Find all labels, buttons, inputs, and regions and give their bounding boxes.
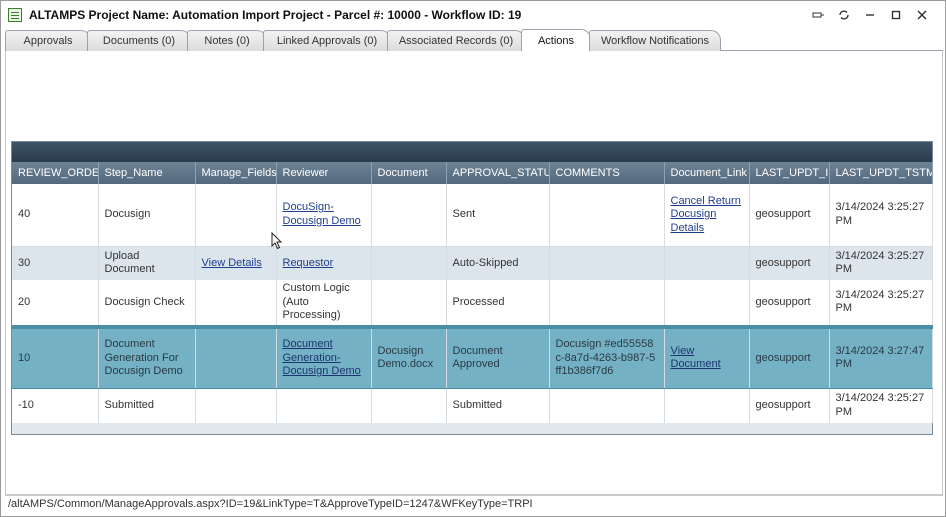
cell-manage-fields: [195, 280, 277, 327]
cell-document-link: [664, 388, 750, 423]
table-row[interactable]: 40 Docusign DocuSign-Docusign Demo Sent …: [12, 184, 933, 247]
cell-manage-fields: View Details: [195, 246, 277, 280]
cell-manage-fields: [195, 184, 277, 247]
close-icon[interactable]: [909, 5, 935, 25]
cell-reviewer: Requestor: [276, 246, 372, 280]
cell-document-link: View Document: [664, 324, 750, 389]
maximize-icon[interactable]: [883, 5, 909, 25]
mouse-pointer-icon: [271, 232, 283, 250]
tab-workflow-notifications[interactable]: Workflow Notifications: [589, 30, 721, 51]
cancel-return-docusign-link[interactable]: Cancel Return Docusign Details: [671, 195, 741, 234]
column-header-manage-fields[interactable]: Manage_Fields: [195, 162, 277, 184]
cell-last-updt-id: geosupport: [749, 324, 830, 389]
cell-last-updt-id: geosupport: [749, 388, 830, 423]
approval-window: ALTAMPS Project Name: Automation Import …: [0, 0, 946, 517]
status-bar: /altAMPS/Common/ManageApprovals.aspx?ID=…: [5, 495, 943, 513]
tab-approvals[interactable]: Approvals: [5, 30, 91, 51]
reviewer-link[interactable]: Document Generation-Docusign Demo: [283, 338, 361, 377]
cell-document-link: [664, 246, 750, 280]
column-header-reviewer[interactable]: Reviewer: [276, 162, 372, 184]
cell-comments: [549, 280, 665, 327]
cell-document: [371, 280, 447, 327]
app-document-icon: [8, 8, 22, 22]
tab-notes[interactable]: Notes (0): [187, 30, 267, 51]
window-title: ALTAMPS Project Name: Automation Import …: [29, 8, 522, 22]
column-header-last-updt-tstmp[interactable]: LAST_UPDT_TSTMP: [829, 162, 933, 184]
cell-comments: Docusign #ed55558c-8a7d-4263-b987-5ff1b3…: [549, 324, 665, 389]
cell-approval-status: Processed: [446, 280, 550, 327]
cell-last-updt-tstmp: 3/14/2024 3:25:27 PM: [829, 246, 933, 280]
pin-icon[interactable]: [805, 5, 831, 25]
cell-step-name: Document Generation For Docusign Demo: [98, 324, 196, 389]
column-header-comments[interactable]: COMMENTS: [549, 162, 665, 184]
cell-last-updt-id: geosupport: [749, 246, 830, 280]
column-header-document-link[interactable]: Document_Link: [664, 162, 750, 184]
cell-comments: [549, 388, 665, 423]
cell-last-updt-id: geosupport: [749, 280, 830, 327]
cell-approval-status: Sent: [446, 184, 550, 247]
column-header-approval-status[interactable]: APPROVAL_STATUS: [446, 162, 550, 184]
cell-step-name: Upload Document: [98, 246, 196, 280]
tab-linked-approvals[interactable]: Linked Approvals (0): [263, 30, 391, 51]
cell-document-link: [664, 280, 750, 327]
cell-reviewer: [276, 388, 372, 423]
cell-approval-status: Submitted: [446, 388, 550, 423]
title-bar[interactable]: ALTAMPS Project Name: Automation Import …: [1, 1, 945, 29]
tab-documents[interactable]: Documents (0): [87, 30, 191, 51]
grid-caption-bar: [12, 142, 932, 162]
cell-review-order: -10: [12, 388, 99, 423]
cell-step-name: Docusign Check: [98, 280, 196, 327]
table-row-selected[interactable]: 10 Document Generation For Docusign Demo…: [12, 324, 933, 389]
cell-approval-status: Document Approved: [446, 324, 550, 389]
cell-reviewer: Custom Logic (Auto Processing): [276, 280, 372, 327]
cell-review-order: 40: [12, 184, 99, 247]
cell-manage-fields: [195, 388, 277, 423]
minimize-icon[interactable]: [857, 5, 883, 25]
cell-reviewer: Document Generation-Docusign Demo: [276, 324, 372, 389]
tab-associated-records[interactable]: Associated Records (0): [387, 30, 525, 51]
cell-last-updt-tstmp: 3/14/2024 3:25:27 PM: [829, 280, 933, 327]
cell-comments: [549, 184, 665, 247]
view-document-link[interactable]: View Document: [671, 345, 721, 371]
column-header-review-order[interactable]: REVIEW_ORDER: [12, 162, 99, 184]
view-details-link[interactable]: View Details: [202, 257, 262, 269]
cell-step-name: Submitted: [98, 388, 196, 423]
cell-document-link: Cancel Return Docusign Details: [664, 184, 750, 247]
cell-last-updt-tstmp: 3/14/2024 3:25:27 PM: [829, 388, 933, 423]
cell-reviewer: DocuSign-Docusign Demo: [276, 184, 372, 247]
window-controls: [805, 5, 935, 25]
cell-last-updt-tstmp: 3/14/2024 3:27:47 PM: [829, 324, 933, 389]
cell-review-order: 10: [12, 324, 99, 389]
status-url: /altAMPS/Common/ManageApprovals.aspx?ID=…: [8, 498, 533, 510]
table-row[interactable]: 30 Upload Document View Details Requesto…: [12, 246, 933, 280]
table-row[interactable]: -10 Submitted Submitted geosupport 3/14/…: [12, 388, 933, 423]
table-row[interactable]: 20 Docusign Check Custom Logic (Auto Pro…: [12, 280, 933, 327]
actions-table: REVIEW_ORDER Step_Name Manage_Fields Rev…: [12, 162, 933, 423]
cell-comments: [549, 246, 665, 280]
cell-review-order: 30: [12, 246, 99, 280]
cell-document: [371, 388, 447, 423]
restore-alt-icon[interactable]: [831, 5, 857, 25]
reviewer-link[interactable]: Requestor: [283, 257, 334, 269]
cell-manage-fields: [195, 324, 277, 389]
reviewer-link[interactable]: DocuSign-Docusign Demo: [283, 201, 361, 227]
tab-strip: Approvals Documents (0) Notes (0) Linked…: [5, 29, 943, 51]
column-header-document[interactable]: Document: [371, 162, 447, 184]
cell-document: [371, 184, 447, 247]
column-header-last-updt-id[interactable]: LAST_UPDT_ID: [749, 162, 830, 184]
table-header-row: REVIEW_ORDER Step_Name Manage_Fields Rev…: [12, 162, 933, 184]
cell-document: [371, 246, 447, 280]
cell-approval-status: Auto-Skipped: [446, 246, 550, 280]
cell-step-name: Docusign: [98, 184, 196, 247]
actions-grid: REVIEW_ORDER Step_Name Manage_Fields Rev…: [11, 141, 933, 435]
column-header-step-name[interactable]: Step_Name: [98, 162, 196, 184]
cell-last-updt-id: geosupport: [749, 184, 830, 247]
tab-actions[interactable]: Actions: [521, 29, 591, 51]
cell-last-updt-tstmp: 3/14/2024 3:25:27 PM: [829, 184, 933, 247]
cell-document: Docusign Demo.docx: [371, 324, 447, 389]
cell-review-order: 20: [12, 280, 99, 327]
